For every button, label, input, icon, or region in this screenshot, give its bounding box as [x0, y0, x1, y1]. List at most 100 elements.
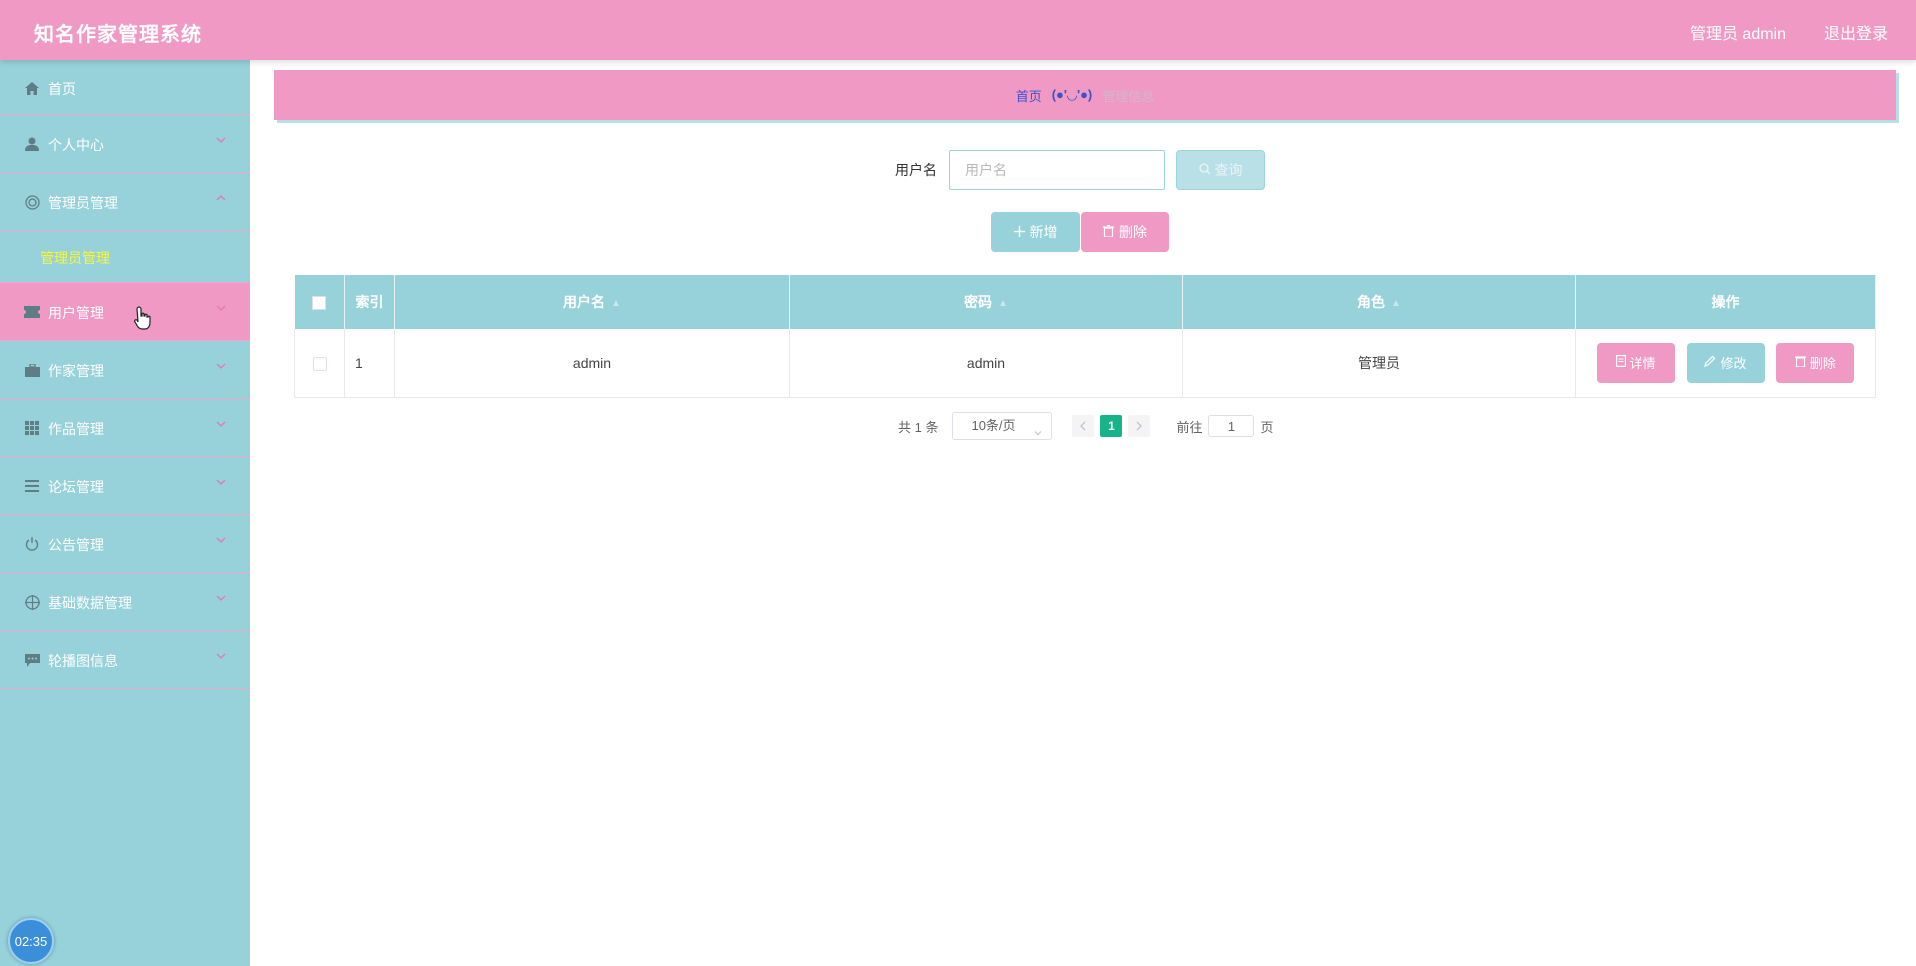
sidebar-item-label: 个人中心 [48, 137, 104, 153]
table-row: 1 admin admin 管理员 详情 修改 删除 [294, 329, 1876, 398]
document-icon [1615, 355, 1626, 370]
row-delete-button[interactable]: 删除 [1776, 342, 1855, 383]
sort-icon[interactable]: ▲ [998, 298, 1008, 309]
target-icon [24, 594, 40, 610]
next-page-button[interactable] [1128, 415, 1151, 437]
sidebar-item-notice-management[interactable]: 公告管理 [0, 515, 250, 573]
chevron-down-icon [214, 649, 228, 663]
chevron-down-icon [214, 417, 228, 431]
sidebar-item-admin-management[interactable]: 管理员管理 [0, 173, 250, 231]
breadcrumb-current: 管理信息 [1102, 88, 1155, 104]
submenu-admin: 管理员管理 [0, 231, 250, 283]
chevron-up-icon [214, 191, 228, 205]
power-icon [24, 537, 40, 551]
admin-icon [24, 194, 40, 210]
chevron-down-icon [214, 359, 228, 373]
sidebar-item-carousel-info[interactable]: 轮播图信息 [0, 631, 250, 689]
column-header-username[interactable]: 用户名 ▲ [394, 275, 790, 329]
pagination-total: 共 1 条 [898, 419, 939, 435]
prev-page-button[interactable] [1072, 415, 1095, 437]
chevron-down-icon [1033, 421, 1043, 436]
column-header-index: 索引 [344, 275, 395, 329]
sort-icon[interactable]: ▲ [611, 298, 621, 309]
column-header-label: 角色 [1357, 294, 1386, 310]
chevron-down-icon [214, 591, 228, 605]
chevron-down-icon [214, 533, 228, 547]
batch-delete-button[interactable]: 删除 [1081, 212, 1169, 252]
current-user: 管理员 admin [1689, 26, 1786, 43]
goto-label: 前往 [1176, 419, 1203, 435]
detail-button[interactable]: 详情 [1596, 342, 1675, 383]
delete-button-label: 删除 [1119, 224, 1147, 240]
sidebar-item-label: 作家管理 [48, 363, 104, 379]
sort-icon[interactable]: ▲ [1391, 298, 1401, 309]
page-size-select[interactable]: 10条/页 [952, 412, 1053, 440]
app-title: 知名作家管理系统 [34, 24, 202, 46]
sidebar-item-label: 基础数据管理 [48, 595, 132, 611]
sidebar-item-label: 管理员管理 [48, 195, 118, 211]
row-checkbox[interactable] [312, 356, 327, 371]
sidebar-item-label: 作品管理 [48, 421, 104, 437]
plus-icon [1013, 224, 1025, 240]
search-button[interactable]: 查询 [1176, 150, 1265, 190]
row-role: 管理员 [1182, 329, 1576, 398]
users-table: 索引 用户名 ▲ 密码 ▲ 角色 ▲ 操作 1 admin admin 管理员 详情 … [294, 275, 1876, 398]
clock-widget: 02:35 [8, 918, 54, 964]
sidebar-item-forum-management[interactable]: 论坛管理 [0, 457, 250, 515]
submenu-item-admin-management[interactable]: 管理员管理 [40, 248, 110, 268]
page-number-current[interactable]: 1 [1100, 415, 1123, 437]
row-index: 1 [344, 329, 395, 398]
briefcase-icon [24, 363, 40, 377]
pencil-icon [1704, 355, 1716, 370]
column-header-label: 密码 [964, 294, 993, 310]
user-icon [24, 137, 40, 151]
column-header-role[interactable]: 角色 ▲ [1182, 275, 1576, 329]
search-icon [1198, 162, 1211, 178]
column-header-label: 用户名 [563, 294, 606, 310]
sidebar-item-home[interactable]: 首页 [0, 60, 250, 115]
edit-button-label: 修改 [1720, 356, 1747, 372]
search-label: 用户名 [895, 162, 937, 178]
breadcrumb-home[interactable]: 首页 [1016, 86, 1042, 105]
trash-icon [1794, 355, 1806, 370]
username-search-input[interactable] [949, 150, 1165, 190]
chevron-down-icon [214, 301, 228, 315]
edit-button[interactable]: 修改 [1686, 342, 1765, 383]
column-header-actions: 操作 [1575, 275, 1876, 329]
select-all-header[interactable] [294, 275, 345, 329]
list-icon [24, 479, 40, 493]
logout-link[interactable]: 退出登录 [1824, 20, 1888, 44]
row-password: admin [789, 329, 1183, 398]
sidebar-item-label: 首页 [48, 81, 76, 97]
page-size-value: 10条/页 [971, 418, 1016, 433]
select-all-checkbox[interactable] [312, 296, 327, 311]
sidebar: 首页 个人中心 管理员管理 管理员管理 用户管理 作家管理 作品管理 论坛管理 … [0, 60, 250, 966]
sidebar-item-works-management[interactable]: 作品管理 [0, 399, 250, 457]
mouse-cursor-icon [134, 306, 152, 335]
row-username: admin [394, 329, 790, 398]
sidebar-item-writer-management[interactable]: 作家管理 [0, 341, 250, 399]
pagination: 共 1 条 10条/页 1 前往 页 [898, 412, 1274, 440]
chevron-down-icon [214, 475, 228, 489]
search-button-label: 查询 [1214, 162, 1243, 178]
chevron-down-icon [214, 133, 228, 147]
sidebar-item-user-management[interactable]: 用户管理 [0, 283, 250, 341]
add-button-label: 新增 [1029, 224, 1058, 240]
sidebar-item-personal-center[interactable]: 个人中心 [0, 115, 250, 173]
row-delete-button-label: 删除 [1809, 356, 1836, 372]
sidebar-item-label: 公告管理 [48, 537, 104, 553]
breadcrumb-emoticon: (●'◡'●) [1051, 87, 1093, 102]
page-suffix-label: 页 [1260, 419, 1274, 435]
detail-button-label: 详情 [1629, 356, 1656, 372]
sidebar-item-base-data-management[interactable]: 基础数据管理 [0, 573, 250, 631]
ticket-icon [24, 305, 40, 319]
row-select-cell [294, 329, 345, 398]
sidebar-item-label: 用户管理 [48, 305, 104, 321]
column-header-password[interactable]: 密码 ▲ [789, 275, 1183, 329]
table-header-row: 索引 用户名 ▲ 密码 ▲ 角色 ▲ 操作 [294, 275, 1876, 329]
row-actions: 详情 修改 删除 [1575, 329, 1876, 398]
chat-icon [24, 653, 40, 667]
goto-page-input[interactable] [1208, 415, 1255, 437]
add-button[interactable]: 新增 [991, 212, 1080, 252]
breadcrumb: 首页 (●'◡'●) 管理信息 [274, 70, 1896, 120]
